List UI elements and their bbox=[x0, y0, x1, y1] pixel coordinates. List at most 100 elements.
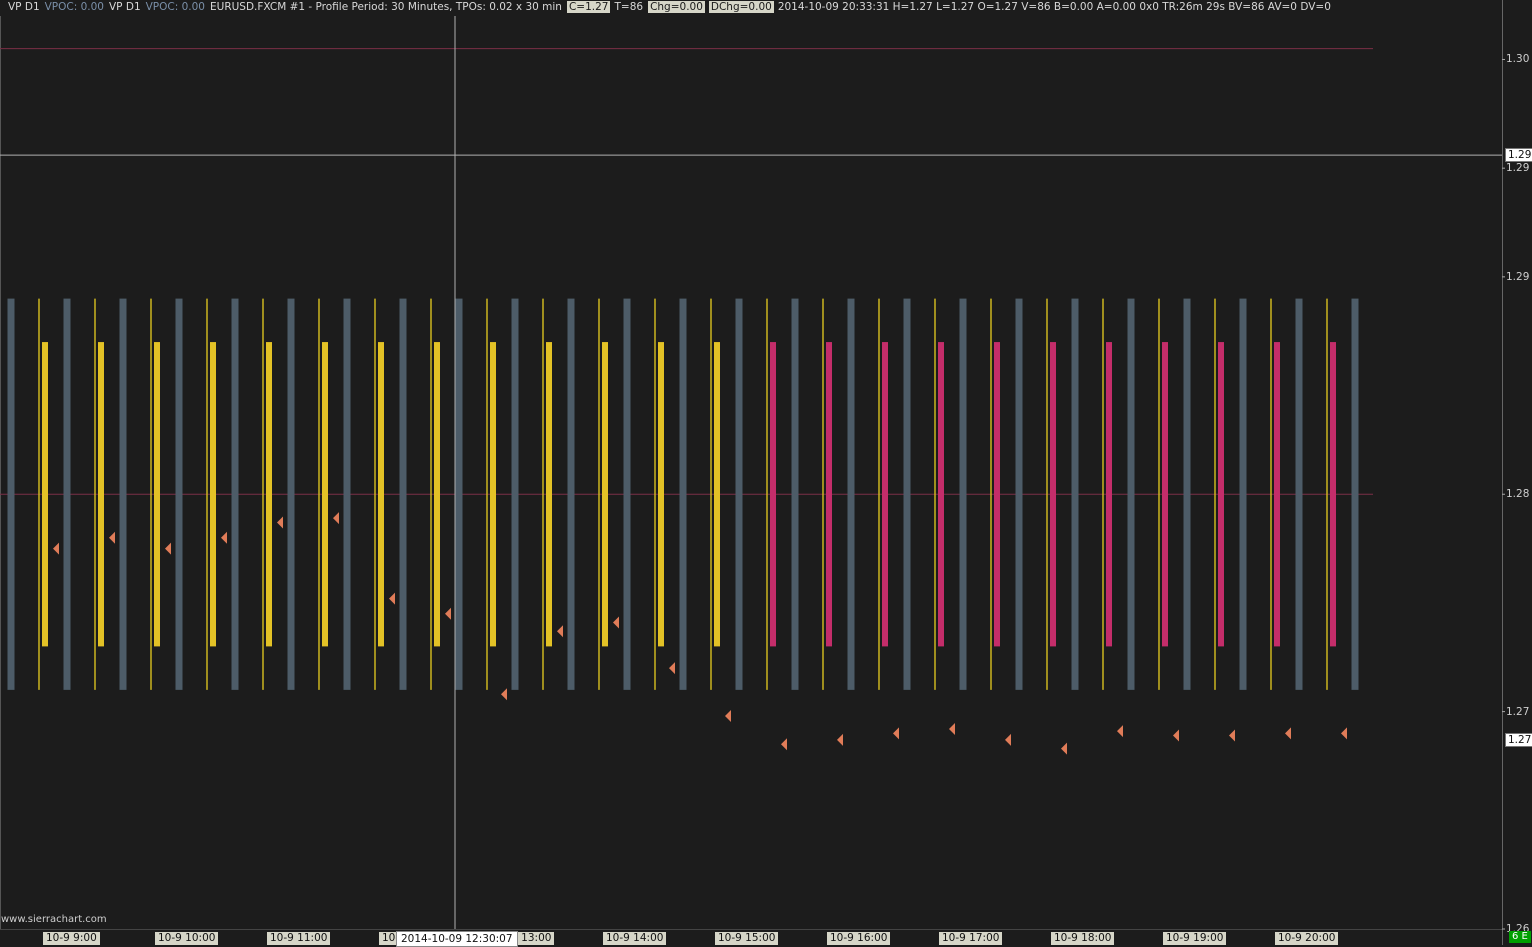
x-tick-label-8: 10-9 17:00 bbox=[939, 932, 1003, 945]
value-area-bar-18 bbox=[994, 342, 1000, 647]
gray-range-bar-6 bbox=[343, 298, 351, 690]
y-tick-label-2: 1.29 bbox=[1506, 270, 1530, 283]
close-marker-11 bbox=[613, 616, 619, 629]
tpo-profile-chart[interactable] bbox=[0, 0, 1532, 945]
value-area-bar-17 bbox=[938, 342, 944, 647]
gray-range-bar-16 bbox=[903, 298, 911, 690]
symbol-badge[interactable]: 6 E bbox=[1509, 931, 1531, 943]
value-area-bar-10 bbox=[546, 342, 552, 647]
x-tick-label-2: 10-9 11:00 bbox=[267, 932, 331, 945]
x-tick-label-5: 10-9 14:00 bbox=[603, 932, 667, 945]
value-area-bar-21 bbox=[1162, 342, 1168, 647]
value-area-bar-22 bbox=[1218, 342, 1224, 647]
gray-range-bar-19 bbox=[1071, 298, 1079, 690]
gray-range-bar-20 bbox=[1127, 298, 1135, 690]
gray-range-bar-18 bbox=[1015, 298, 1023, 690]
close-marker-5 bbox=[277, 516, 283, 529]
close-marker-22 bbox=[1229, 729, 1235, 742]
header-item-7: Chg=0.00 bbox=[648, 1, 705, 13]
value-area-bar-16 bbox=[882, 342, 888, 647]
chart-area[interactable]: VP D1 VPOC: 0.00 VP D1 VPOC: 0.00 EURUSD.FXC… bbox=[0, 0, 1532, 947]
gray-range-bar-4 bbox=[231, 298, 239, 690]
gray-range-bar-23 bbox=[1295, 298, 1303, 690]
gray-range-bar-1 bbox=[63, 298, 71, 690]
gray-range-bar-12 bbox=[679, 298, 687, 690]
close-marker-16 bbox=[893, 727, 899, 740]
value-area-bar-14 bbox=[770, 342, 776, 647]
x-tick-label-7: 10-9 16:00 bbox=[827, 932, 891, 945]
watermark: www.sierrachart.com bbox=[1, 914, 107, 925]
study-header-bar: VP D1 VPOC: 0.00 VP D1 VPOC: 0.00 EURUSD.FXC… bbox=[0, 0, 1500, 15]
gray-range-bar-2 bbox=[119, 298, 127, 690]
y-tick-label-4: 1.27 bbox=[1506, 705, 1530, 718]
close-marker-19 bbox=[1061, 742, 1067, 755]
x-tick-label-9: 10-9 18:00 bbox=[1051, 932, 1115, 945]
value-area-bar-9 bbox=[490, 342, 496, 647]
crosshair-price-label: 1.29 bbox=[1505, 148, 1532, 163]
close-marker-9 bbox=[501, 688, 507, 701]
close-marker-1 bbox=[53, 542, 59, 555]
header-item-4: EURUSD.FXCM #1 - Profile Period: 30 Minu… bbox=[210, 1, 562, 13]
close-marker-4 bbox=[221, 531, 227, 544]
value-area-bar-1 bbox=[42, 342, 48, 647]
gray-range-bar-9 bbox=[511, 298, 519, 690]
gray-range-bar-5 bbox=[287, 298, 295, 690]
close-marker-10 bbox=[557, 625, 563, 638]
x-tick-label-6: 10-9 15:00 bbox=[715, 932, 779, 945]
header-item-9: 2014-10-09 20:33:31 H=1.27 L=1.27 O=1.27… bbox=[777, 1, 1331, 13]
close-marker-15 bbox=[837, 733, 843, 746]
close-marker-21 bbox=[1173, 729, 1179, 742]
value-area-bar-5 bbox=[266, 342, 272, 647]
close-marker-12 bbox=[669, 662, 675, 675]
header-item-8: DChg=0.00 bbox=[708, 1, 774, 13]
value-area-bar-13 bbox=[714, 342, 720, 647]
x-tick-label-10: 10-9 19:00 bbox=[1163, 932, 1227, 945]
value-area-bar-15 bbox=[826, 342, 832, 647]
header-item-3: VPOC: 0.00 bbox=[145, 1, 205, 13]
value-area-bar-2 bbox=[98, 342, 104, 647]
close-marker-24 bbox=[1341, 727, 1347, 740]
gray-range-bar-11 bbox=[623, 298, 631, 690]
value-area-bar-20 bbox=[1106, 342, 1112, 647]
close-marker-13 bbox=[725, 709, 731, 722]
close-marker-6 bbox=[333, 512, 339, 525]
gray-range-bar-10 bbox=[567, 298, 575, 690]
value-area-bar-3 bbox=[154, 342, 160, 647]
header-item-2: VP D1 bbox=[109, 1, 141, 13]
y-tick-label-3: 1.28 bbox=[1506, 488, 1530, 501]
value-area-bar-12 bbox=[658, 342, 664, 647]
last-price-label: 1.27 bbox=[1505, 732, 1532, 747]
x-axis[interactable]: 10-9 9:0010-9 10:0010-9 11:0010-9 12:001… bbox=[0, 929, 1502, 947]
gray-range-bar-7 bbox=[399, 298, 407, 690]
close-marker-2 bbox=[109, 531, 115, 544]
value-area-bar-24 bbox=[1330, 342, 1336, 647]
x-tick-label-1: 10-9 10:00 bbox=[155, 932, 219, 945]
y-tick-label-0: 1.30 bbox=[1506, 53, 1530, 66]
gray-range-bar-22 bbox=[1239, 298, 1247, 690]
close-marker-7 bbox=[389, 592, 395, 605]
value-area-bar-4 bbox=[210, 342, 216, 647]
gray-range-bar-15 bbox=[847, 298, 855, 690]
gray-range-bar-13 bbox=[735, 298, 743, 690]
value-area-bar-7 bbox=[378, 342, 384, 647]
header-item-6: T=86 bbox=[614, 1, 644, 13]
close-marker-14 bbox=[781, 738, 787, 751]
gray-range-bar-0 bbox=[7, 298, 15, 690]
value-area-bar-19 bbox=[1050, 342, 1056, 647]
value-area-bar-6 bbox=[322, 342, 328, 647]
header-item-1: VPOC: 0.00 bbox=[44, 1, 104, 13]
gray-range-bar-17 bbox=[959, 298, 967, 690]
value-area-bar-11 bbox=[602, 342, 608, 647]
close-marker-20 bbox=[1117, 725, 1123, 738]
value-area-bar-23 bbox=[1274, 342, 1280, 647]
x-tick-label-0: 10-9 9:00 bbox=[43, 932, 100, 945]
y-tick-label-1: 1.29 bbox=[1506, 162, 1530, 175]
close-marker-17 bbox=[949, 723, 955, 736]
close-marker-8 bbox=[445, 607, 451, 620]
gray-range-bar-21 bbox=[1183, 298, 1191, 690]
header-item-5: C=1.27 bbox=[566, 1, 611, 13]
close-marker-23 bbox=[1285, 727, 1291, 740]
close-marker-18 bbox=[1005, 733, 1011, 746]
header-item-0: VP D1 bbox=[8, 1, 40, 13]
gray-range-bar-14 bbox=[791, 298, 799, 690]
